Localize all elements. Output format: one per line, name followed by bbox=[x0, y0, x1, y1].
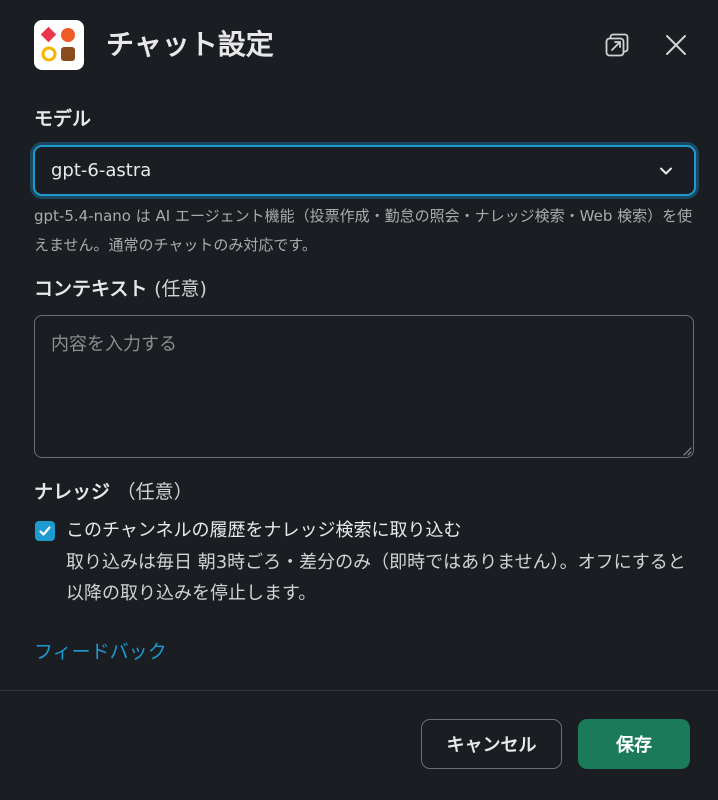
footer-divider bbox=[0, 690, 718, 691]
popout-button[interactable] bbox=[602, 30, 632, 60]
app-logo-icon bbox=[40, 26, 75, 62]
cancel-button[interactable]: キャンセル bbox=[421, 719, 562, 769]
chevron-down-icon bbox=[660, 167, 672, 175]
popout-window-icon bbox=[605, 33, 629, 57]
chat-settings-dialog: チャット設定 モデル gpt-6-astra gpt-5.4-nano は AI… bbox=[0, 0, 718, 800]
knowledge-label-text: ナレッジ bbox=[34, 481, 111, 503]
dialog-header: チャット設定 bbox=[34, 20, 694, 72]
save-button[interactable]: 保存 bbox=[578, 719, 690, 769]
resize-handle-icon[interactable] bbox=[682, 446, 692, 456]
knowledge-checkbox-label[interactable]: このチャンネルの履歴をナレッジ検索に取り込む bbox=[66, 516, 461, 546]
checkmark-icon bbox=[39, 526, 51, 536]
model-label: モデル bbox=[34, 108, 92, 130]
dialog-title: チャット設定 bbox=[106, 28, 274, 61]
model-select[interactable]: gpt-6-astra bbox=[33, 145, 696, 196]
model-selected-value: gpt-6-astra bbox=[51, 160, 152, 181]
context-label-text: コンテキスト bbox=[34, 278, 148, 300]
knowledge-checkbox[interactable] bbox=[35, 521, 55, 541]
close-icon bbox=[666, 35, 686, 55]
context-input[interactable] bbox=[34, 315, 694, 458]
knowledge-label: ナレッジ （任意） bbox=[34, 479, 193, 505]
feedback-link[interactable]: フィードバック bbox=[34, 638, 167, 666]
knowledge-checkbox-description: 取り込みは毎日 朝3時ごろ・差分のみ（即時ではありません）。オフにすると以降の取… bbox=[66, 552, 686, 604]
close-button[interactable] bbox=[661, 30, 691, 60]
app-logo bbox=[34, 20, 84, 70]
model-help-text: gpt-5.4-nano は AI エージェント機能（投票作成・勤怠の照会・ナレ… bbox=[34, 207, 693, 254]
knowledge-optional-text: （任意） bbox=[116, 481, 193, 503]
context-optional-text: (任意) bbox=[154, 278, 207, 300]
context-label: コンテキスト (任意) bbox=[34, 276, 207, 302]
